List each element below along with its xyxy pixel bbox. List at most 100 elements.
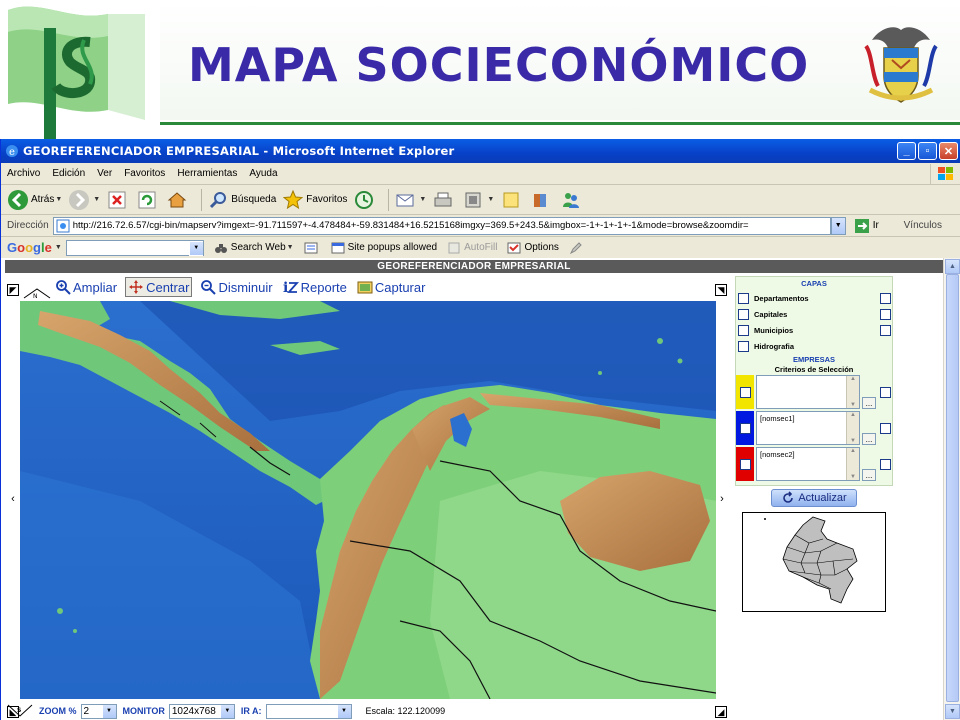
forward-dropdown-icon[interactable]: ▼ (93, 196, 100, 203)
criterion-list[interactable]: [nomsec1] ▲ ▼ (756, 411, 860, 445)
address-bar: Dirección http://216.72.6.57/cgi-bin/map… (1, 215, 960, 237)
stop-button[interactable] (106, 187, 130, 213)
address-input[interactable]: http://216.72.6.57/cgi-bin/mapserv?imgex… (52, 216, 831, 235)
discuss-button[interactable] (500, 187, 524, 213)
forward-button[interactable]: ▼ (68, 187, 100, 213)
criterion-checkbox[interactable] (739, 386, 751, 398)
home-button[interactable] (166, 187, 190, 213)
criterion-list[interactable]: ▲ ▼ (756, 375, 860, 409)
criterion-label-checkbox[interactable] (880, 423, 891, 434)
favorites-button[interactable]: Favoritos (282, 187, 347, 213)
zoom-percent-select[interactable]: 2 ▼ (80, 703, 117, 719)
capture-button[interactable]: Capturar (355, 277, 428, 297)
autofill-button[interactable]: AutoFill (447, 241, 497, 255)
back-dropdown-icon[interactable]: ▼ (55, 196, 62, 203)
menu-ver[interactable]: Ver (91, 168, 118, 179)
zoom-in-button[interactable]: Ampliar (53, 277, 119, 297)
overview-map[interactable] (742, 512, 886, 612)
research-button[interactable] (530, 187, 554, 213)
layer-label-checkbox[interactable] (880, 325, 891, 336)
list-scrollbar[interactable]: ▲ ▼ (846, 376, 859, 408)
go-arrow-icon (854, 218, 869, 233)
menu-herramientas[interactable]: Herramientas (171, 168, 243, 179)
scroll-up-icon[interactable]: ▲ (945, 259, 960, 274)
refresh-page-button[interactable] (136, 187, 160, 213)
search-web-dropdown-icon[interactable]: ▼ (287, 244, 294, 251)
edit-dropdown-icon[interactable]: ▼ (487, 196, 494, 203)
criterion-value: [nomsec2] (760, 450, 795, 459)
layer-label-checkbox[interactable] (880, 293, 891, 304)
pan-northeast-button[interactable]: ◥ (715, 284, 727, 296)
pan-northwest-button[interactable]: ◤ (7, 284, 19, 296)
history-button[interactable] (353, 187, 377, 213)
goto-select[interactable]: ▼ (265, 703, 352, 719)
google-search-input[interactable]: ▼ (65, 239, 204, 256)
pan-west-button[interactable]: ‹ (7, 489, 19, 509)
layer-checkbox[interactable] (738, 308, 749, 320)
criterion-label-checkbox[interactable] (880, 459, 891, 470)
layer-row-municipios: Municipios (738, 323, 793, 337)
messenger-icon (560, 189, 582, 211)
slide: MAPA SOCIECONÓMICO e GEOREFERENCIADOR EM… (0, 0, 960, 720)
mail-button[interactable]: ▼ (394, 187, 426, 213)
search-label: Búsqueda (231, 194, 277, 205)
google-menu-dropdown-icon[interactable]: ▼ (55, 244, 62, 251)
criterion-browse-button[interactable]: ... (862, 469, 876, 481)
maximize-button[interactable]: ▫ (918, 142, 937, 160)
address-dropdown-icon[interactable]: ▼ (830, 216, 846, 235)
scroll-down-icon[interactable]: ▼ (945, 704, 960, 719)
pan-button[interactable]: Centrar (125, 277, 193, 297)
zoom-percent-label: ZOOM % (39, 706, 77, 716)
relief-map[interactable] (20, 301, 716, 699)
options-button[interactable]: Options (507, 241, 559, 255)
menu-edicion[interactable]: Edición (46, 168, 91, 179)
search-web-button[interactable]: Search Web ▼ (214, 241, 294, 255)
layer-label-checkbox[interactable] (880, 309, 891, 320)
criterion-label-checkbox[interactable] (880, 387, 891, 398)
page-scrollbar[interactable]: ▲ ▼ (943, 258, 960, 720)
home-icon (166, 189, 188, 211)
list-scrollbar[interactable]: ▲ ▼ (846, 448, 859, 480)
layer-checkbox[interactable] (738, 292, 749, 304)
layer-checkbox[interactable] (738, 340, 749, 352)
window-title: GEOREFERENCIADOR EMPRESARIAL - Microsoft… (23, 144, 455, 158)
back-button[interactable]: Atrás ▼ (7, 187, 62, 213)
mail-dropdown-icon[interactable]: ▼ (419, 196, 426, 203)
menu-favoritos[interactable]: Favoritos (118, 168, 171, 179)
search-button[interactable]: Búsqueda (207, 187, 276, 213)
menu-ayuda[interactable]: Ayuda (243, 168, 283, 179)
layer-checkbox[interactable] (738, 324, 749, 336)
report-button[interactable]: i Reporte (281, 277, 349, 297)
criterion-checkbox[interactable] (739, 458, 751, 470)
criterion-browse-button[interactable]: ... (862, 397, 876, 409)
scale-readout: Escala: 122.120099 (365, 706, 446, 716)
menu-archivo[interactable]: Archivo (1, 168, 46, 179)
scroll-thumb[interactable] (946, 274, 959, 702)
address-url: http://216.72.6.57/cgi-bin/mapserv?imgex… (72, 220, 749, 231)
criterion-list[interactable]: [nomsec2] ▲ ▼ (756, 447, 860, 481)
pan-north-button[interactable]: N (23, 287, 51, 299)
go-button[interactable]: Ir (854, 218, 879, 234)
south-arrow-icon[interactable]: S (7, 704, 33, 718)
messenger-button[interactable] (560, 187, 584, 213)
links-label[interactable]: Vínculos (904, 220, 942, 231)
edit-button[interactable]: ▼ (462, 187, 494, 213)
close-button[interactable]: ✕ (939, 142, 958, 160)
refresh-map-button[interactable]: Actualizar (771, 489, 857, 507)
news-button[interactable] (304, 241, 321, 255)
minimize-button[interactable]: _ (897, 142, 916, 160)
list-scrollbar[interactable]: ▲ ▼ (846, 412, 859, 444)
criterion-browse-button[interactable]: ... (862, 433, 876, 445)
criterion-checkbox[interactable] (739, 422, 751, 434)
zoom-out-button[interactable]: Disminuir (198, 277, 274, 297)
google-logo[interactable]: Google (7, 240, 52, 255)
print-button[interactable] (432, 187, 456, 213)
page-icon (56, 219, 70, 232)
google-search-dropdown-icon[interactable]: ▼ (189, 241, 203, 255)
pan-east-button[interactable]: › (716, 489, 728, 509)
layer-label: Capitales (754, 309, 788, 319)
monitor-select[interactable]: 1024x768 ▼ (168, 703, 235, 719)
favorites-label: Favoritos (306, 194, 348, 205)
popup-blocker-button[interactable]: Site popups allowed (331, 241, 437, 255)
highlight-button[interactable] (569, 241, 586, 255)
